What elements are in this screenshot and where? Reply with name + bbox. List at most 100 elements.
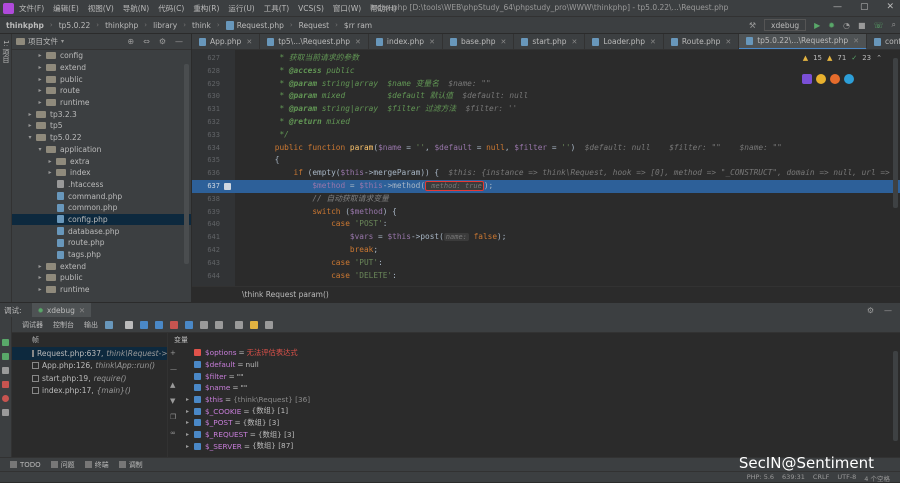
line-number[interactable]: 630 — [192, 90, 220, 103]
tree-item[interactable]: tags.php — [12, 249, 191, 261]
up-icon[interactable]: ▲ — [170, 381, 177, 389]
stack-frame[interactable]: Request.php:637, think\Request->p — [12, 347, 167, 360]
chevron-right-icon[interactable]: ▸ — [36, 263, 44, 270]
stop-icon[interactable]: ■ — [858, 21, 866, 30]
mute-breakpoints-icon[interactable] — [2, 409, 9, 416]
line-number[interactable]: 629 — [192, 78, 220, 91]
line-number[interactable]: 643 — [192, 257, 220, 270]
chevron-right-icon[interactable]: ▸ — [36, 286, 44, 293]
step-over-icon[interactable] — [140, 320, 148, 329]
close-tab-icon[interactable]: ✕ — [246, 38, 252, 46]
chevron-right-icon[interactable]: ▸ — [186, 443, 194, 450]
firefox-icon[interactable] — [830, 74, 840, 84]
code-line[interactable]: 643 case 'PUT': — [192, 257, 900, 270]
chevron-right-icon[interactable]: ▸ — [186, 396, 194, 403]
code-line[interactable]: 642 break; — [192, 244, 900, 257]
variable-row[interactable]: $default = null — [168, 359, 900, 371]
close-tab-icon[interactable]: ✕ — [79, 306, 85, 315]
line-number[interactable]: 635 — [192, 154, 220, 167]
tree-item[interactable]: common.php — [12, 202, 191, 214]
variable-row[interactable]: ▸ $this = {think\Request} [36] — [168, 394, 900, 406]
editor-tab[interactable]: base.php ✕ — [443, 34, 515, 49]
debugger-tab[interactable]: 调试器 — [22, 320, 43, 330]
collapse-icon[interactable]: ⇔ — [143, 37, 150, 46]
close-tab-icon[interactable]: ✕ — [355, 38, 361, 46]
tool-window-button[interactable]: TODO — [10, 461, 41, 469]
maximize-icon[interactable]: ▢ — [860, 2, 869, 12]
evaluate-icon[interactable] — [215, 320, 223, 329]
nav-crumb-project[interactable]: thinkphp — [6, 21, 44, 30]
tree-item[interactable]: ▸ public — [12, 272, 191, 284]
resume-icon[interactable] — [2, 353, 9, 360]
tree-item[interactable]: .htaccess — [12, 179, 191, 191]
editor-tab[interactable]: Loader.php ✕ — [585, 34, 664, 49]
debug-session-tab[interactable]: ✹ xdebug ✕ — [31, 302, 92, 318]
gear-icon[interactable]: ⚙ — [867, 306, 874, 315]
editor-breadcrumb-text[interactable]: \think Request param() — [242, 290, 329, 299]
force-step-into-icon[interactable] — [170, 320, 178, 329]
gear-icon[interactable]: ⚙ — [159, 37, 166, 46]
close-tab-icon[interactable]: ✕ — [429, 38, 435, 46]
chevron-right-icon[interactable]: ▸ — [36, 76, 44, 83]
tree-item[interactable]: ▾ tp5.0.22 — [12, 132, 191, 144]
nav-crumb[interactable]: library — [153, 21, 177, 30]
nav-crumb-class[interactable]: Request — [299, 21, 329, 30]
line-number[interactable]: 633 — [192, 129, 220, 142]
chrome-icon[interactable] — [816, 74, 826, 84]
grid-icon[interactable] — [235, 320, 243, 329]
execution-line[interactable]: 637 $method = $this->method( method: tru… — [192, 180, 900, 193]
variable-row[interactable]: $name = "" — [168, 382, 900, 394]
menu-item[interactable]: 窗口(W) — [333, 3, 361, 14]
tree-item[interactable]: ▸ public — [12, 73, 191, 85]
code-editor[interactable]: 627 * 获取当前请求的参数 628 * @access public 629 *… — [192, 50, 900, 286]
nav-crumb-file[interactable]: Request.php — [237, 21, 284, 30]
code-line[interactable]: 644 case 'DELETE': — [192, 270, 900, 283]
minimize-icon[interactable]: — — [833, 2, 842, 12]
code-line[interactable]: 638 // 自动获取请求变量 — [192, 193, 900, 206]
inspection-counts[interactable]: ▲ 15 ▲ 71 ✓ 23 ⌃ — [803, 54, 882, 62]
line-number[interactable]: 640 — [192, 218, 220, 231]
glasses-icon[interactable]: ∞ — [170, 429, 177, 437]
line-number[interactable]: 641 — [192, 231, 220, 244]
view-breakpoints-icon[interactable] — [2, 395, 9, 402]
line-number[interactable]: 627 — [192, 52, 220, 65]
code-line[interactable]: 634 public function param($name = '', $d… — [192, 142, 900, 155]
nav-crumb[interactable]: tp5.0.22 — [59, 21, 91, 30]
tool-window-button[interactable]: 终端 — [84, 460, 109, 470]
down-icon[interactable]: ▼ — [170, 397, 177, 405]
pause-icon[interactable] — [2, 367, 9, 374]
code-line[interactable]: 632 * @return mixed — [192, 116, 900, 129]
line-number[interactable]: 642 — [192, 244, 220, 257]
project-panel-title[interactable]: 项目文件 — [28, 36, 58, 47]
chevron-right-icon[interactable]: ▸ — [26, 111, 34, 118]
hide-icon[interactable]: — — [175, 37, 183, 46]
menu-item[interactable]: 导航(N) — [123, 3, 149, 14]
tree-item[interactable]: route.php — [12, 237, 191, 249]
menu-item[interactable]: 运行(U) — [228, 3, 254, 14]
code-line[interactable]: 628 * @access public — [192, 65, 900, 78]
phpstorm-browser-icon[interactable] — [802, 74, 812, 84]
console-tab[interactable]: 控制台 — [53, 320, 74, 330]
editor-tab[interactable]: tp5.0.22\...\Request.php ✕ — [739, 34, 867, 49]
tree-item[interactable]: command.php — [12, 190, 191, 202]
tree-item[interactable]: ▸ config — [12, 50, 191, 62]
chevron-down-icon[interactable]: ▾ — [26, 134, 34, 141]
tree-item[interactable]: ▸ runtime — [12, 284, 191, 296]
output-tab[interactable]: 输出 — [84, 320, 98, 330]
chevron-right-icon[interactable]: ▸ — [46, 169, 54, 176]
editor-tab[interactable]: config.php✕ — [867, 34, 900, 49]
code-line[interactable]: 627 * 获取当前请求的参数 — [192, 52, 900, 65]
remove-icon[interactable]: — — [170, 365, 177, 373]
listen-debug-icon[interactable]: ☏ — [874, 21, 884, 30]
code-line[interactable]: 636 if (empty($this->mergeParam)) { $thi… — [192, 167, 900, 180]
stack-frame[interactable]: start.php:19, require() — [12, 372, 167, 385]
menu-item[interactable]: 视图(V) — [88, 3, 114, 14]
editor-tab[interactable]: App.php ✕ — [192, 34, 261, 49]
menu-item[interactable]: 文件(F) — [19, 3, 44, 14]
tree-item[interactable]: database.php — [12, 225, 191, 237]
hammer-icon[interactable]: ⚒ — [749, 21, 756, 30]
search-icon[interactable]: ⌕ — [892, 20, 896, 30]
watch-icon[interactable] — [250, 320, 258, 329]
variable-row[interactable]: ▸ $_COOKIE = {数组} [1] — [168, 405, 900, 417]
project-tool-tab[interactable]: 1: 项目 — [1, 40, 11, 63]
